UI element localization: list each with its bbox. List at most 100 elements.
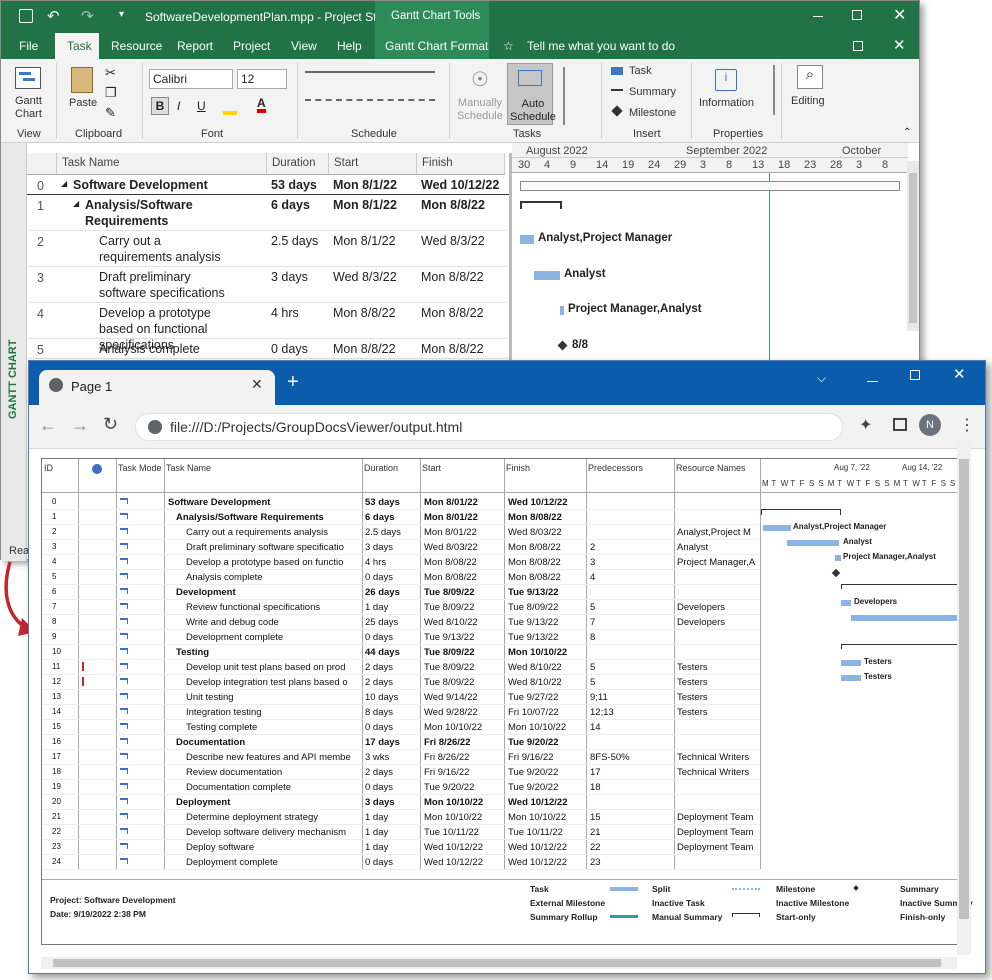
row-duration[interactable]: 0 days bbox=[271, 341, 308, 357]
editing-button[interactable]: Editing bbox=[791, 95, 825, 107]
maximize-icon[interactable] bbox=[852, 10, 862, 20]
bold-icon[interactable]: B bbox=[151, 97, 169, 115]
font-name-select[interactable]: Calibri bbox=[149, 69, 233, 89]
font-size-select[interactable]: 12 bbox=[237, 69, 287, 89]
row-finish[interactable]: Mon 8/8/22 bbox=[421, 305, 505, 321]
tab-resource[interactable]: Resource bbox=[111, 39, 162, 53]
collapse-ribbon-icon[interactable]: ⌃ bbox=[903, 127, 911, 138]
tab-view[interactable]: View bbox=[291, 39, 317, 53]
grid-row[interactable]: 4 Develop a prototype based on functional… bbox=[27, 303, 509, 352]
scroll-thumb[interactable] bbox=[909, 173, 917, 323]
font-color-icon[interactable]: A bbox=[257, 97, 266, 113]
row-duration[interactable]: 53 days bbox=[271, 177, 317, 193]
back-icon[interactable]: ← bbox=[39, 415, 57, 436]
address-bar[interactable]: file:///D:/Projects/GroupDocsViewer/outp… bbox=[135, 413, 843, 441]
highlight-icon[interactable] bbox=[223, 97, 237, 115]
side-panel-icon[interactable] bbox=[893, 418, 907, 431]
quick-access-dropdown-icon[interactable]: ▾ bbox=[119, 9, 124, 20]
save-icon[interactable] bbox=[19, 9, 33, 23]
browser-tab[interactable]: Page 1 ✕ bbox=[39, 370, 275, 405]
inspect-icons[interactable] bbox=[563, 67, 589, 125]
gantt-chart-button[interactable]: Gantt Chart bbox=[15, 95, 42, 121]
tab-help[interactable]: Help bbox=[337, 39, 362, 53]
vertical-scrollbar[interactable] bbox=[907, 161, 919, 331]
row-start[interactable]: Mon 8/1/22 bbox=[333, 177, 397, 193]
restore-ribbon-icon[interactable] bbox=[853, 41, 863, 51]
new-tab-icon[interactable]: + bbox=[287, 371, 299, 394]
underline-icon[interactable]: U bbox=[197, 99, 206, 113]
close-icon[interactable]: ✕ bbox=[893, 5, 906, 25]
grid-row[interactable]: 5 Analysis complete 0 days Mon 8/8/22 Mon 8/… bbox=[27, 339, 509, 359]
paste-button[interactable]: Paste bbox=[69, 97, 97, 109]
row-task-name[interactable]: Software Development bbox=[73, 177, 245, 193]
row-task-name[interactable]: Analysis/Software Requirements bbox=[85, 197, 245, 229]
search-icon[interactable]: ⌕ bbox=[797, 65, 823, 89]
row-duration[interactable]: 4 hrs bbox=[271, 305, 299, 321]
milestone-insert-icon[interactable] bbox=[611, 105, 623, 117]
tab-close-icon[interactable]: ✕ bbox=[251, 376, 263, 393]
italic-icon[interactable]: I bbox=[177, 99, 180, 113]
grid-row[interactable]: 2 Carry out a requirements analysis 2.5 da… bbox=[27, 231, 509, 267]
information-button[interactable]: Information bbox=[699, 97, 754, 109]
minimize-icon[interactable] bbox=[813, 16, 823, 17]
col-start[interactable]: Start bbox=[329, 153, 417, 175]
col-task-name[interactable]: Task Name bbox=[57, 153, 267, 175]
row-duration[interactable]: 2.5 days bbox=[271, 233, 318, 249]
browser-horizontal-scrollbar[interactable] bbox=[41, 957, 957, 969]
row-finish[interactable]: Mon 8/8/22 bbox=[421, 341, 505, 357]
summary-button[interactable]: Summary bbox=[629, 86, 676, 98]
summary-insert-icon[interactable] bbox=[611, 89, 623, 95]
percent-complete-icons[interactable] bbox=[305, 71, 435, 83]
close-icon[interactable]: ✕ bbox=[953, 365, 966, 383]
row-start[interactable]: Mon 8/8/22 bbox=[333, 341, 396, 357]
indent-outdent-icons[interactable] bbox=[305, 99, 435, 111]
row-start[interactable]: Wed 8/3/22 bbox=[333, 269, 397, 285]
row-start[interactable]: Mon 8/1/22 bbox=[333, 197, 397, 213]
tab-report[interactable]: Report bbox=[177, 39, 213, 53]
profile-avatar[interactable]: N bbox=[919, 414, 941, 436]
tab-file[interactable]: File bbox=[19, 39, 38, 53]
close-doc-icon[interactable]: ✕ bbox=[893, 36, 906, 54]
milestone-button[interactable]: Milestone bbox=[629, 107, 676, 119]
reload-icon[interactable]: ↻ bbox=[103, 414, 118, 435]
menu-icon[interactable]: ⋮ bbox=[959, 415, 975, 435]
task-button[interactable]: Task bbox=[629, 65, 652, 77]
redo-icon[interactable]: ↷ bbox=[81, 7, 94, 25]
row-finish[interactable]: Wed 8/3/22 bbox=[421, 233, 505, 249]
row-start[interactable]: Mon 8/8/22 bbox=[333, 305, 396, 321]
collapse-icon[interactable]: ◢ bbox=[61, 179, 67, 188]
select-all-corner[interactable] bbox=[27, 153, 57, 175]
manually-schedule-button[interactable]: Manually Schedule bbox=[457, 97, 503, 123]
col-duration[interactable]: Duration bbox=[267, 153, 329, 175]
grid-row[interactable]: 1 Analysis/Software Requirements ◢ 6 days Mo… bbox=[27, 195, 509, 231]
tab-task-active[interactable]: Task bbox=[55, 33, 99, 59]
notes-icons[interactable] bbox=[761, 65, 775, 115]
tab-search-icon[interactable]: ⌵ bbox=[817, 371, 826, 386]
task-insert-icon[interactable] bbox=[611, 67, 623, 75]
row-start[interactable]: Mon 8/1/22 bbox=[333, 233, 396, 249]
forward-icon[interactable]: → bbox=[71, 415, 89, 436]
copy-icon[interactable]: ❐ bbox=[105, 85, 117, 101]
row-duration[interactable]: 3 days bbox=[271, 269, 308, 285]
tell-me-search[interactable]: Tell me what you want to do bbox=[527, 39, 675, 53]
row-task-name[interactable]: Analysis complete bbox=[99, 341, 233, 357]
gantt-chart-icon[interactable] bbox=[15, 67, 41, 89]
undo-icon[interactable]: ↶ bbox=[47, 7, 60, 25]
tab-gantt-chart-format[interactable]: Gantt Chart Format bbox=[385, 39, 488, 53]
information-icon[interactable]: i bbox=[715, 69, 737, 91]
minimize-icon[interactable] bbox=[867, 381, 878, 382]
row-duration[interactable]: 6 days bbox=[271, 197, 310, 213]
cut-icon[interactable]: ✂ bbox=[105, 65, 116, 81]
row-finish[interactable]: Wed 10/12/22 bbox=[421, 177, 505, 193]
site-info-icon[interactable] bbox=[148, 420, 162, 434]
paste-icon[interactable] bbox=[71, 67, 93, 93]
format-painter-icon[interactable]: ✎ bbox=[105, 105, 116, 121]
collapse-icon[interactable]: ◢ bbox=[73, 199, 79, 208]
col-finish[interactable]: Finish bbox=[417, 153, 505, 175]
auto-schedule-button[interactable]: Auto Schedule bbox=[507, 63, 556, 125]
grid-row[interactable]: 3 Draft preliminary software specificatio… bbox=[27, 267, 509, 303]
row-task-name[interactable]: Draft preliminary software specification… bbox=[99, 269, 233, 301]
pin-icon[interactable]: ☉ bbox=[471, 67, 489, 92]
browser-hscroll-thumb[interactable] bbox=[53, 959, 941, 967]
row-task-name[interactable]: Carry out a requirements analysis bbox=[99, 233, 233, 265]
